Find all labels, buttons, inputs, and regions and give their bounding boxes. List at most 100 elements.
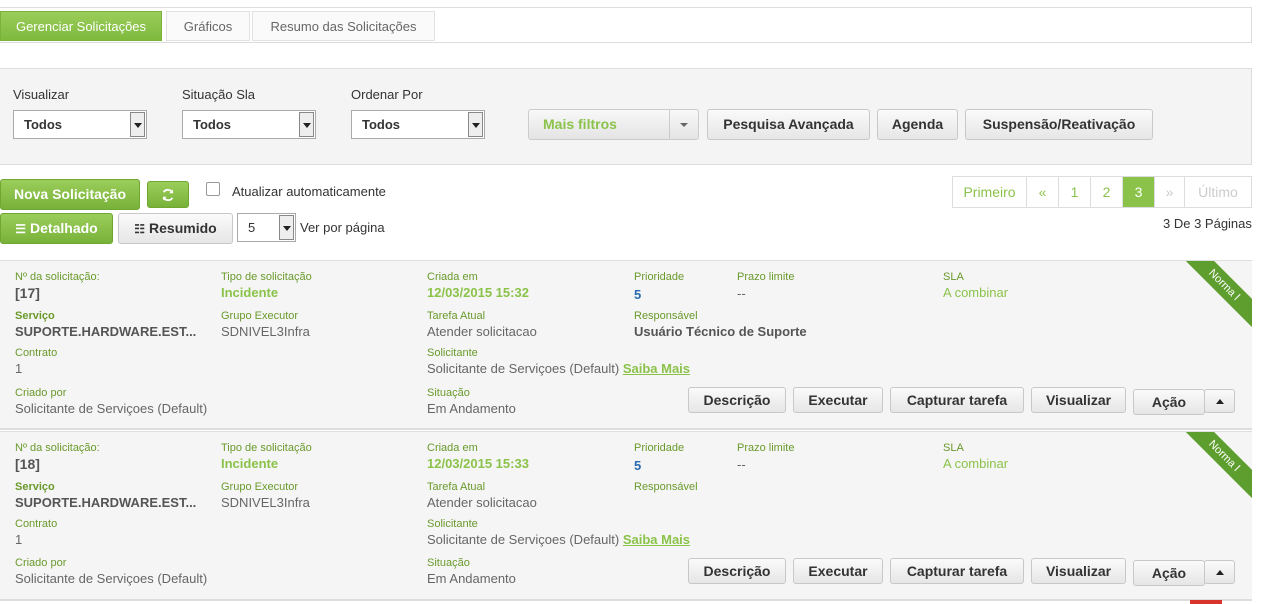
- chevron-down-icon: [468, 112, 483, 137]
- criado-por-label: Criado por: [15, 557, 67, 569]
- per-page-value: 5: [248, 220, 256, 235]
- sla-label: SLA: [943, 442, 964, 454]
- pager-page-3[interactable]: 3: [1123, 177, 1155, 207]
- situacao-label: Situação: [427, 387, 470, 399]
- tarefa-label: Tarefa Atual: [427, 310, 486, 322]
- visualizar-select[interactable]: Todos: [13, 110, 147, 139]
- capturar-tarefa-button[interactable]: Capturar tarefa: [890, 558, 1024, 584]
- solicitante-label: Solicitante: [427, 347, 478, 359]
- situacao-value: Em Andamento: [427, 571, 516, 586]
- criado-por-value: Solicitante de Serviçoes (Default): [15, 571, 208, 586]
- situacao-sla-value: Todos: [193, 117, 232, 132]
- sla-value: A combinar: [943, 456, 1009, 471]
- criada-label: Criada em: [427, 442, 478, 454]
- tab-graficos[interactable]: Gráficos: [166, 11, 250, 41]
- prazo-label: Prazo limite: [737, 442, 795, 454]
- numero-value: [17]: [15, 285, 40, 301]
- per-page-label: Ver por página: [300, 220, 385, 235]
- numero-value: [18]: [15, 456, 40, 472]
- acao-caret-icon[interactable]: [1204, 389, 1235, 413]
- visualizar-button[interactable]: Visualizar: [1031, 387, 1126, 413]
- per-page-select[interactable]: 5: [237, 213, 296, 242]
- pager-page-2[interactable]: 2: [1091, 177, 1123, 207]
- sla-value: A combinar: [943, 285, 1009, 300]
- ordenar-por-select[interactable]: Todos: [351, 110, 485, 139]
- pager-next[interactable]: »: [1155, 177, 1185, 207]
- servico-value: SUPORTE.HARDWARE.EST...: [15, 495, 197, 510]
- tab-resumo-solicitacoes[interactable]: Resumo das Solicitações: [252, 11, 435, 41]
- responsavel-value: Usuário Técnico de Suporte: [634, 324, 807, 339]
- visualizar-button[interactable]: Visualizar: [1031, 558, 1126, 584]
- resumido-label: Resumido: [149, 220, 217, 236]
- contrato-label: Contrato: [15, 518, 58, 530]
- pesquisa-avancada-button[interactable]: Pesquisa Avançada: [707, 109, 870, 140]
- tipo-value: Incidente: [221, 285, 279, 300]
- grupo-value: SDNIVEL3Infra: [221, 324, 310, 339]
- ordenar-por-value: Todos: [362, 117, 401, 132]
- pager-last[interactable]: Último: [1185, 177, 1251, 207]
- executar-button[interactable]: Executar: [793, 558, 883, 584]
- situacao-label: Situação: [427, 557, 470, 569]
- pager-first[interactable]: Primeiro: [953, 177, 1027, 207]
- grid-list-icon: ☷: [134, 222, 146, 236]
- tab-bar: Gerenciar Solicitações Gráficos Resumo d…: [0, 7, 1252, 43]
- criado-por-label: Criado por: [15, 387, 67, 399]
- detalhado-button[interactable]: ☰ Detalhado: [0, 213, 113, 244]
- solicitante-label: Solicitante: [427, 518, 478, 530]
- nova-solicitacao-button[interactable]: Nova Solicitação: [0, 179, 140, 210]
- acao-caret-icon[interactable]: [1204, 560, 1235, 584]
- tarefa-value: Atender solicitacao: [427, 324, 537, 339]
- caret-down-icon[interactable]: [680, 123, 688, 127]
- grupo-label: Grupo Executor: [221, 310, 299, 322]
- acao-button[interactable]: Ação: [1133, 389, 1205, 415]
- pager-page-1[interactable]: 1: [1059, 177, 1091, 207]
- tab-gerenciar-solicitacoes[interactable]: Gerenciar Solicitações: [0, 11, 162, 41]
- mais-filtros-button[interactable]: Mais filtros: [528, 109, 699, 140]
- saiba-mais-link[interactable]: Saiba Mais: [623, 361, 690, 376]
- servico-label: Serviço: [15, 481, 55, 493]
- chevron-down-icon: [299, 112, 314, 137]
- pages-info: 3 De 3 Páginas: [1163, 216, 1252, 231]
- criado-por-value: Solicitante de Serviçoes (Default): [15, 401, 208, 416]
- tarefa-value: Atender solicitacao: [427, 495, 537, 510]
- prioridade-label: Prioridade: [634, 442, 685, 454]
- request-card: Norma l Nº da solicitação: [18] Tipo de …: [0, 431, 1252, 601]
- executar-button[interactable]: Executar: [793, 387, 883, 413]
- prioridade-label: Prioridade: [634, 271, 685, 283]
- resumido-button[interactable]: ☷ Resumido: [118, 213, 233, 244]
- suspensao-reativacao-button[interactable]: Suspensão/Reativação: [965, 109, 1153, 140]
- pagination: Primeiro « 1 2 3 » Último: [952, 176, 1252, 208]
- servico-value: SUPORTE.HARDWARE.EST...: [15, 324, 197, 339]
- responsavel-label: Responsável: [634, 481, 698, 493]
- solicitante-value: Solicitante de Serviçoes (Default) Saiba…: [427, 361, 690, 376]
- situacao-sla-label: Situação Sla: [182, 87, 255, 102]
- responsavel-label: Responsável: [634, 310, 698, 322]
- refresh-button[interactable]: [147, 181, 189, 208]
- tipo-label: Tipo de solicitação: [221, 271, 312, 283]
- criada-value: 12/03/2015 15:32: [427, 285, 529, 300]
- visualizar-value: Todos: [24, 117, 63, 132]
- acao-button[interactable]: Ação: [1133, 560, 1205, 586]
- contrato-value: 1: [15, 532, 23, 547]
- numero-label: Nº da solicitação:: [15, 271, 100, 283]
- descricao-button[interactable]: Descrição: [688, 558, 786, 584]
- filter-panel: Visualizar Todos Situação Sla Todos Orde…: [0, 68, 1252, 165]
- capturar-tarefa-button[interactable]: Capturar tarefa: [890, 387, 1024, 413]
- visualizar-label: Visualizar: [13, 87, 70, 102]
- pager-prev[interactable]: «: [1027, 177, 1059, 207]
- solicitante-name: Solicitante de Serviçoes (Default): [427, 532, 620, 547]
- agenda-button[interactable]: Agenda: [877, 109, 958, 140]
- contrato-value: 1: [15, 361, 23, 376]
- sla-label: SLA: [943, 271, 964, 283]
- prazo-value: --: [737, 457, 746, 472]
- saiba-mais-link[interactable]: Saiba Mais: [623, 532, 690, 547]
- auto-update-checkbox[interactable]: [206, 182, 220, 196]
- tipo-label: Tipo de solicitação: [221, 442, 312, 454]
- tipo-value: Incidente: [221, 456, 279, 471]
- auto-update-label: Atualizar automaticamente: [232, 184, 386, 199]
- situacao-sla-select[interactable]: Todos: [182, 110, 316, 139]
- criada-label: Criada em: [427, 271, 478, 283]
- servico-label: Serviço: [15, 310, 55, 322]
- priority-ribbon: Norma l: [1181, 261, 1252, 328]
- descricao-button[interactable]: Descrição: [688, 387, 786, 413]
